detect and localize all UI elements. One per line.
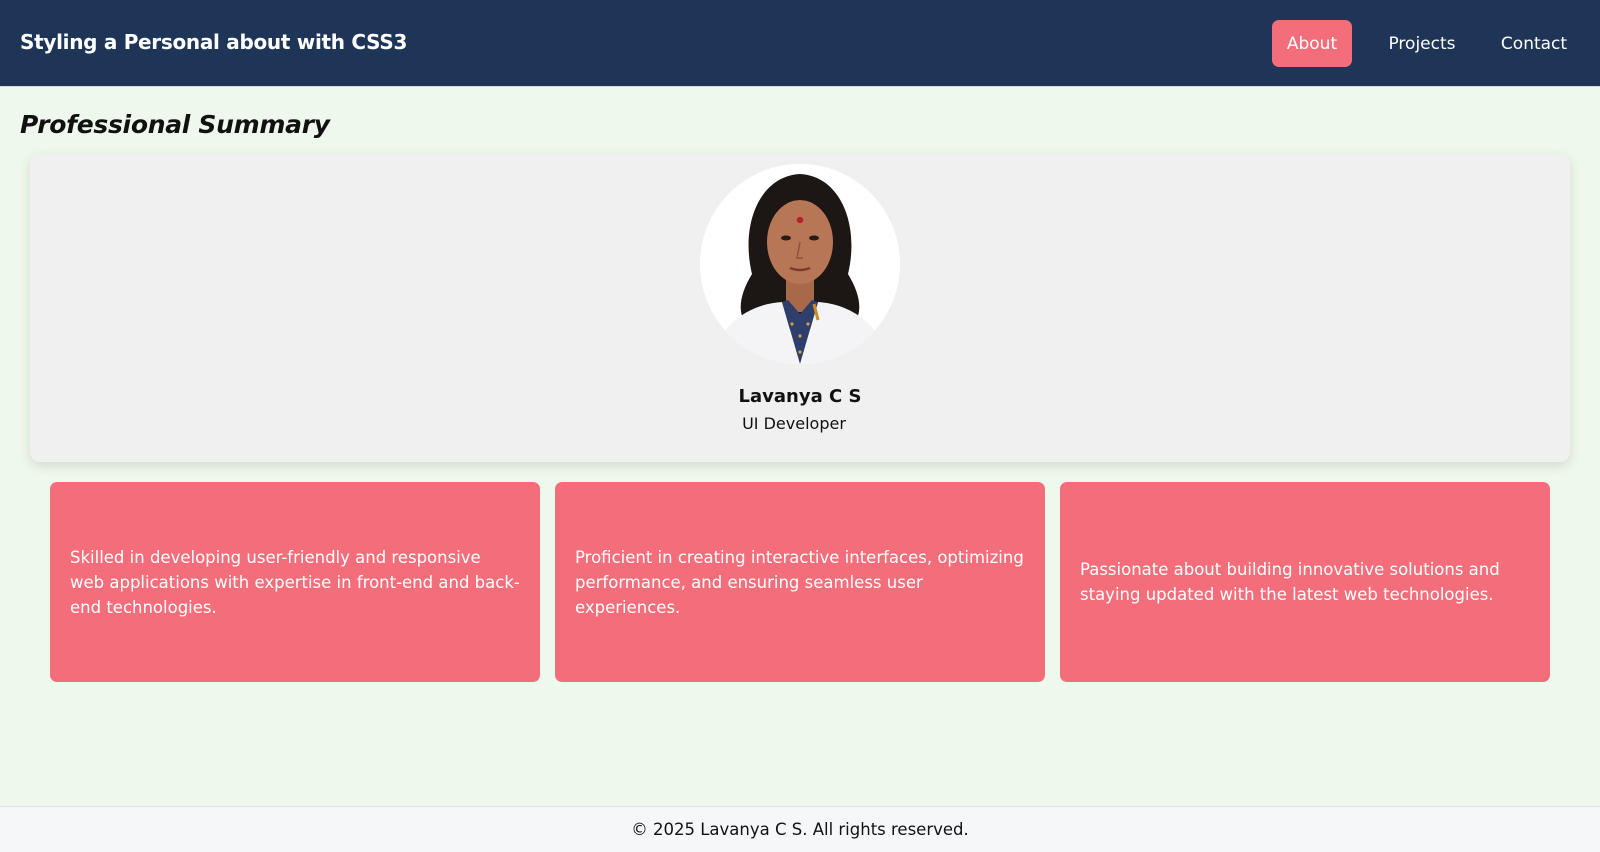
summary-card-text: Passionate about building innovative sol… bbox=[1080, 560, 1500, 604]
profile-photo-image bbox=[700, 164, 900, 364]
summary-card: Passionate about building innovative sol… bbox=[1060, 482, 1550, 682]
nav-contact-link[interactable]: Contact bbox=[1488, 20, 1580, 67]
section-title: Professional Summary bbox=[20, 110, 330, 139]
nav-about-link[interactable]: About bbox=[1272, 20, 1352, 67]
nav-projects-link[interactable]: Projects bbox=[1372, 20, 1472, 67]
summary-card-text: Proficient in creating interactive inter… bbox=[575, 547, 1024, 617]
footer: © 2025 Lavanya C S. All rights reserved. bbox=[0, 806, 1600, 852]
profile-name: Lavanya C S bbox=[738, 386, 862, 407]
profile-photo bbox=[700, 164, 900, 364]
profile-role: UI Developer bbox=[742, 414, 846, 433]
footer-copyright: © 2025 Lavanya C S. All rights reserved. bbox=[631, 820, 969, 839]
summary-card-text: Skilled in developing user-friendly and … bbox=[70, 547, 520, 617]
site-title: Styling a Personal about with CSS3 bbox=[20, 30, 408, 54]
summary-card: Skilled in developing user-friendly and … bbox=[50, 482, 540, 682]
top-navbar: Styling a Personal about with CSS3 About… bbox=[0, 0, 1600, 87]
summary-card: Proficient in creating interactive inter… bbox=[555, 482, 1045, 682]
